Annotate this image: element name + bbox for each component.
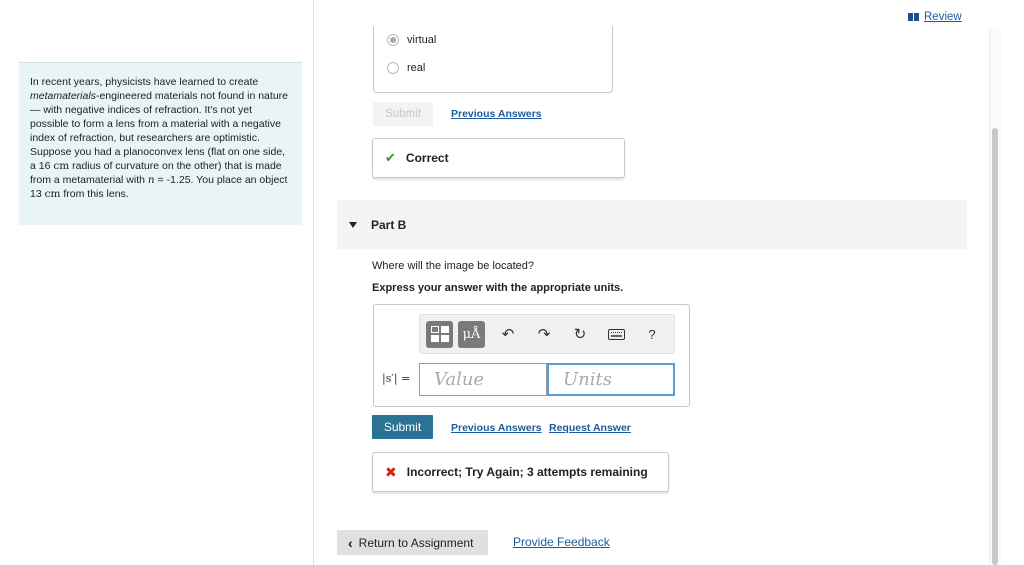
radio-virtual[interactable] <box>387 34 399 46</box>
unit-cm-2: cm <box>44 188 61 200</box>
correct-feedback: ✔ Correct <box>372 138 625 178</box>
part-b-header[interactable]: Part B <box>337 200 967 249</box>
keyboard-icon[interactable] <box>599 321 633 348</box>
check-icon: ✔ <box>385 150 396 165</box>
part-b-title: Part B <box>371 217 407 232</box>
option-virtual[interactable]: virtual <box>387 34 436 46</box>
help-icon[interactable]: ? <box>635 321 669 348</box>
radio-real[interactable] <box>387 62 399 74</box>
book-icon <box>908 13 920 21</box>
part-b-previous-answers-link[interactable]: Previous Answers <box>451 422 542 434</box>
incorrect-feedback: ✖ Incorrect; Try Again; 3 attempts remai… <box>372 452 669 492</box>
unit-cm-1: cm <box>53 160 70 172</box>
part-b-submit-button[interactable]: Submit <box>372 415 433 439</box>
scrollbar-thumb[interactable] <box>992 128 998 565</box>
part-b-instruction: Express your answer with the appropriate… <box>372 282 624 294</box>
return-to-assignment-button[interactable]: ‹ Return to Assignment <box>337 530 488 555</box>
problem-statement: In recent years, physicists have learned… <box>19 62 302 225</box>
review-label: Review <box>924 11 962 23</box>
chevron-left-icon: ‹ <box>348 534 353 551</box>
value-input[interactable] <box>419 363 547 396</box>
request-answer-link[interactable]: Request Answer <box>549 422 631 434</box>
problem-text-5: from this lens. <box>60 188 129 200</box>
problem-text-1: In recent years, physicists have learned… <box>30 76 259 88</box>
problem-em-term: metamaterials <box>30 90 96 102</box>
n-symbol: n <box>147 174 155 186</box>
collapse-triangle-icon[interactable] <box>349 221 357 228</box>
incorrect-label: Incorrect; Try Again; 3 attempts remaini… <box>406 465 648 479</box>
undo-icon[interactable]: ↶ <box>491 321 525 348</box>
part-a-submit-button[interactable]: Submit <box>373 102 433 126</box>
correct-label: Correct <box>405 151 449 165</box>
part-a-previous-answers-link[interactable]: Previous Answers <box>451 108 542 120</box>
option-virtual-label: virtual <box>407 34 437 46</box>
reset-icon[interactable]: ↻ <box>563 321 597 348</box>
units-input[interactable] <box>547 363 675 396</box>
option-real[interactable]: real <box>387 62 425 74</box>
option-real-label: real <box>407 62 426 74</box>
return-label: Return to Assignment <box>358 535 474 550</box>
units-button[interactable]: μÅ <box>458 320 485 348</box>
part-b-question: Where will the image be located? <box>372 260 535 272</box>
equation-label: |s′| = <box>382 372 411 385</box>
review-link[interactable]: Review <box>908 11 962 23</box>
templates-icon <box>430 326 449 342</box>
templates-button[interactable] <box>426 320 453 348</box>
x-icon: ✖ <box>385 463 397 480</box>
provide-feedback-link[interactable]: Provide Feedback <box>513 535 610 549</box>
left-column: In recent years, physicists have learned… <box>0 0 314 565</box>
redo-icon[interactable]: ↷ <box>527 321 561 348</box>
math-toolbar: μÅ ↶ ↷ ↻ ? <box>419 314 675 354</box>
